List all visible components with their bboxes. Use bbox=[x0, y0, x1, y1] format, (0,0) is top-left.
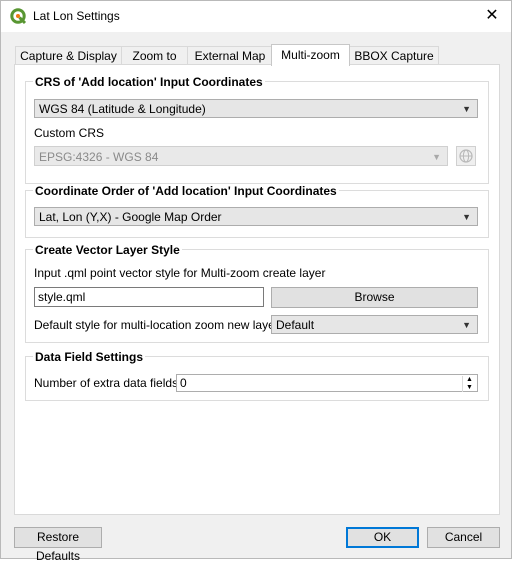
close-icon[interactable]: ✕ bbox=[481, 5, 503, 27]
window-title: Lat Lon Settings bbox=[33, 9, 120, 23]
tab-zoom-to[interactable]: Zoom to bbox=[121, 46, 188, 66]
chevron-down-icon: ▼ bbox=[462, 104, 471, 114]
coordinate-order-group: Coordinate Order of 'Add location' Input… bbox=[25, 184, 489, 238]
chevron-down-icon: ▼ bbox=[432, 152, 441, 162]
crs-selector-button bbox=[456, 146, 476, 166]
globe-icon bbox=[459, 149, 473, 163]
chevron-down-icon: ▼ bbox=[462, 320, 471, 330]
data-field-title: Data Field Settings bbox=[33, 350, 146, 364]
tab-external-map[interactable]: External Map bbox=[187, 46, 273, 66]
extra-fields-value: 0 bbox=[180, 376, 187, 390]
crs-select[interactable]: WGS 84 (Latitude & Longitude) ▼ bbox=[34, 99, 478, 118]
custom-crs-value: EPSG:4326 - WGS 84 bbox=[39, 150, 159, 164]
crs-group: CRS of 'Add location' Input Coordinates … bbox=[25, 75, 489, 184]
qgis-logo-icon bbox=[10, 8, 27, 25]
restore-defaults-button[interactable]: Restore Defaults bbox=[14, 527, 102, 563]
spinbox-arrows[interactable]: ▲ ▼ bbox=[462, 376, 476, 392]
coordinate-order-select[interactable]: Lat, Lon (Y,X) - Google Map Order ▼ bbox=[34, 207, 478, 226]
chevron-down-icon: ▼ bbox=[462, 212, 471, 222]
tab-capture-display[interactable]: Capture & Display bbox=[15, 46, 122, 66]
spin-down-icon[interactable]: ▼ bbox=[463, 384, 476, 392]
tab-multi-zoom[interactable]: Multi-zoom bbox=[271, 44, 350, 66]
vector-style-title: Create Vector Layer Style bbox=[33, 243, 182, 257]
spin-up-icon[interactable]: ▲ bbox=[463, 376, 476, 384]
default-style-value: Default bbox=[276, 318, 315, 332]
extra-fields-label: Number of extra data fields bbox=[34, 376, 179, 390]
qml-input-label: Input .qml point vector style for Multi-… bbox=[34, 266, 326, 280]
title-bar: Lat Lon Settings ✕ bbox=[1, 1, 511, 32]
coordinate-order-title: Coordinate Order of 'Add location' Input… bbox=[33, 184, 339, 198]
browse-button[interactable]: Browse bbox=[271, 287, 478, 308]
coordinate-order-value: Lat, Lon (Y,X) - Google Map Order bbox=[39, 210, 222, 224]
crs-group-title: CRS of 'Add location' Input Coordinates bbox=[33, 75, 265, 89]
settings-dialog: Lat Lon Settings ✕ Capture & Display Zoo… bbox=[0, 0, 512, 563]
custom-crs-label: Custom CRS bbox=[34, 126, 105, 140]
custom-crs-select: EPSG:4326 - WGS 84 ▼ bbox=[34, 146, 448, 166]
tab-bbox-capture[interactable]: BBOX Capture bbox=[349, 46, 439, 66]
multi-zoom-panel: CRS of 'Add location' Input Coordinates … bbox=[14, 64, 500, 515]
default-style-label: Default style for multi-location zoom ne… bbox=[34, 318, 285, 332]
data-field-group: Data Field Settings Number of extra data… bbox=[25, 350, 489, 401]
extra-fields-spinbox[interactable]: 0 ▲ ▼ bbox=[176, 374, 478, 392]
vector-style-group: Create Vector Layer Style Input .qml poi… bbox=[25, 243, 489, 343]
default-style-select[interactable]: Default ▼ bbox=[271, 315, 478, 334]
crs-select-value: WGS 84 (Latitude & Longitude) bbox=[39, 102, 206, 116]
style-file-input[interactable]: style.qml bbox=[34, 287, 264, 307]
ok-button[interactable]: OK bbox=[346, 527, 419, 548]
cancel-button[interactable]: Cancel bbox=[427, 527, 500, 548]
